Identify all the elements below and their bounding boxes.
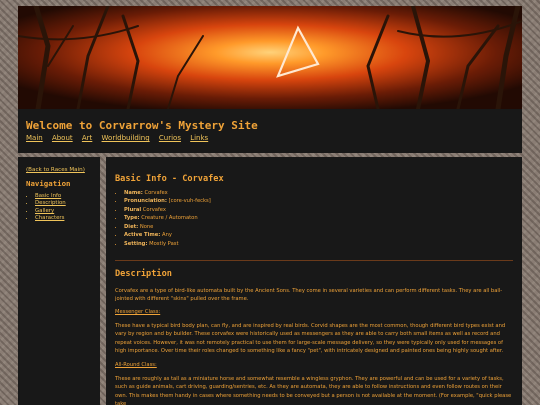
sidebar-link-characters[interactable]: Characters xyxy=(35,215,64,221)
info-item-plural: Plural Corvafex xyxy=(124,206,211,214)
sidebar-nav-list: Basic Info Description Gallery Character… xyxy=(26,193,66,223)
site-title: Welcome to Corvarrow's Mystery Site xyxy=(26,119,258,132)
sidebar-link-basic-info[interactable]: Basic Info xyxy=(35,193,61,199)
description-intro: Corvafex are a type of bird-like automat… xyxy=(115,288,503,303)
info-item-active-time: Active Time: Any xyxy=(124,231,211,239)
sidebar-link-description[interactable]: Description xyxy=(35,200,66,206)
sidebar-link-gallery[interactable]: Gallery xyxy=(35,208,54,214)
nav-link-worldbuilding[interactable]: Worldbuilding xyxy=(102,134,150,142)
info-item-pronunciation: Pronunciation: [core-vuh-fecks] xyxy=(124,197,211,205)
messenger-class-text: These have a typical bird body plan, can… xyxy=(115,323,506,354)
info-label: Plural xyxy=(124,206,142,213)
info-value: [core-vuh-fecks] xyxy=(168,198,211,205)
site-header: Welcome to Corvarrow's Mystery Site Main… xyxy=(18,109,522,153)
header-banner-image xyxy=(18,6,522,109)
info-label: Pronunciation: xyxy=(124,198,167,205)
info-value: Corvafex xyxy=(144,190,168,196)
info-label: Setting: xyxy=(124,240,148,247)
section-divider xyxy=(115,260,513,261)
back-to-races-link[interactable]: (Back to Races Main) xyxy=(26,167,85,173)
sidebar-item-basic-info: Basic Info xyxy=(35,193,66,200)
allround-class-heading: All-Round Class: xyxy=(115,362,157,368)
basic-info-heading: Basic Info - Corvafex xyxy=(115,174,224,184)
sidebar-item-gallery: Gallery xyxy=(35,208,66,215)
info-item-diet: Diet: None xyxy=(124,223,211,231)
info-label: Name: xyxy=(124,190,143,196)
info-label: Type: xyxy=(124,215,140,222)
nav-link-curios[interactable]: Curios xyxy=(159,134,181,142)
info-value: Creature / Automaton xyxy=(141,215,198,222)
info-value: Any xyxy=(162,232,172,239)
info-item-setting: Setting: Mostly Past xyxy=(124,240,211,248)
sidebar-item-characters: Characters xyxy=(35,215,66,222)
info-value: Corvafex xyxy=(142,206,166,213)
info-item-name: Name: Corvafex xyxy=(124,189,211,197)
info-label: Active Time: xyxy=(124,232,161,239)
sidebar: (Back to Races Main) Navigation Basic In… xyxy=(18,157,100,405)
info-label: Diet: xyxy=(124,223,139,230)
nav-link-art[interactable]: Art xyxy=(82,134,92,142)
messenger-class-heading: Messenger Class: xyxy=(115,309,161,315)
main-content: Basic Info - Corvafex Name: Corvafex Pro… xyxy=(106,157,522,405)
nav-link-main[interactable]: Main xyxy=(26,134,43,142)
basic-info-list: Name: Corvafex Pronunciation: [core-vuh-… xyxy=(115,189,211,248)
top-nav: Main About Art Worldbuilding Curios Link… xyxy=(26,134,215,142)
description-heading: Description xyxy=(115,269,172,279)
info-item-type: Type: Creature / Automaton xyxy=(124,214,211,222)
nav-link-links[interactable]: Links xyxy=(190,134,208,142)
nav-link-about[interactable]: About xyxy=(52,134,73,142)
info-value: None xyxy=(139,223,154,230)
info-value: Mostly Past xyxy=(149,240,179,247)
allround-class-text: These are roughly as tall as a miniature… xyxy=(115,376,512,405)
sidebar-heading: Navigation xyxy=(26,179,71,188)
sidebar-item-description: Description xyxy=(35,200,66,207)
